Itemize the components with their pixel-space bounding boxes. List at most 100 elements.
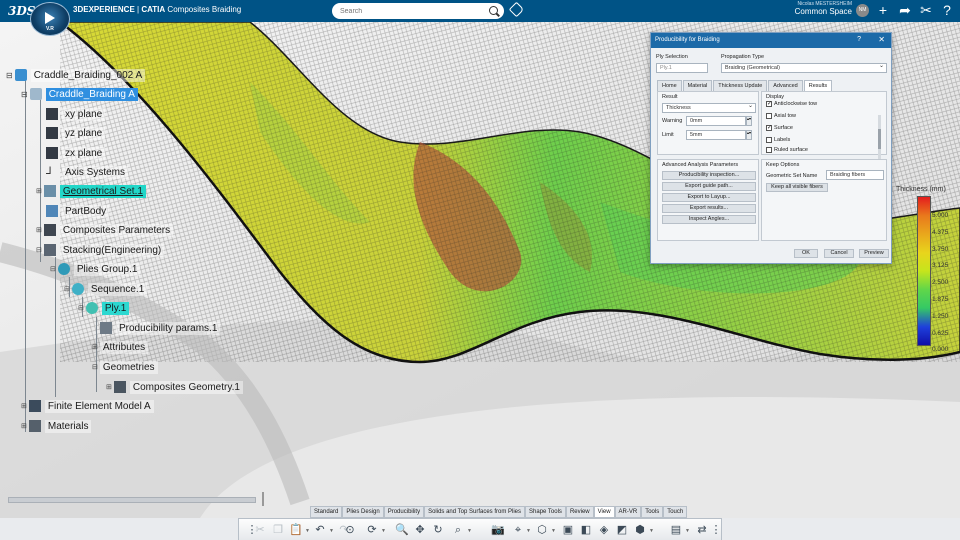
tab-review[interactable]: Review: [565, 506, 594, 518]
expand-icon[interactable]: ⊞: [106, 383, 112, 391]
export-to-layup-button[interactable]: Export to Layup...: [662, 193, 756, 202]
chevron-down-icon[interactable]: ▼: [551, 528, 556, 534]
search-icon[interactable]: [489, 6, 498, 15]
tree-label[interactable]: Sequence.1: [87, 282, 148, 296]
inspect-angles-button[interactable]: Inspect Angles...: [662, 215, 756, 224]
tree-label[interactable]: Geometries: [99, 360, 158, 374]
surface-checkbox[interactable]: ✓ Surface: [766, 125, 793, 131]
search-bar[interactable]: [332, 3, 504, 19]
tab-producibility[interactable]: Producibility: [383, 506, 425, 518]
collapse-icon[interactable]: ⊟: [50, 265, 56, 273]
cut-icon[interactable]: ✂: [253, 523, 267, 537]
tree-label[interactable]: Attributes: [99, 340, 149, 354]
tree-label[interactable]: Finite Element Model A: [44, 399, 154, 413]
chevron-down-icon[interactable]: ▼: [329, 528, 334, 534]
limit-spinner[interactable]: ▴▾: [746, 130, 752, 140]
collapse-icon[interactable]: ⊟: [21, 90, 28, 99]
ply-selection-field[interactable]: Ply.1: [656, 63, 708, 73]
tree-label[interactable]: yz plane: [62, 126, 106, 140]
zoom-area-icon[interactable]: ⌕: [451, 523, 465, 537]
tree-resize-handle[interactable]: [262, 492, 264, 506]
close-icon[interactable]: ✕: [878, 35, 885, 44]
tab-shape-tools[interactable]: Shape Tools: [525, 506, 566, 518]
undo-icon[interactable]: ↶: [313, 523, 327, 537]
collapse-icon[interactable]: ⊟: [78, 304, 84, 312]
tree-label[interactable]: Craddle_Braiding_002 A: [30, 68, 146, 82]
tab-home[interactable]: Home: [657, 80, 682, 91]
export-guide-path-button[interactable]: Export guide path...: [662, 182, 756, 191]
cancel-button[interactable]: Cancel: [824, 249, 854, 258]
ambiance-icon[interactable]: ▤: [669, 523, 683, 537]
checkbox-box[interactable]: [766, 137, 772, 143]
compass-icon[interactable]: V.R: [30, 2, 70, 36]
view-mode-icon[interactable]: ▣: [561, 523, 575, 537]
tab-tools[interactable]: Tools: [641, 506, 664, 518]
tree-horizontal-scrollbar[interactable]: [8, 497, 256, 503]
tree-node-part[interactable]: ⊟ Craddle_Braiding A: [21, 86, 138, 102]
tab-ar-vr[interactable]: AR-VR: [614, 506, 642, 518]
play-icon[interactable]: [45, 12, 55, 24]
help-icon[interactable]: ?: [939, 2, 955, 18]
pan-icon[interactable]: ✥: [413, 523, 427, 537]
scroll-thumb[interactable]: [878, 129, 881, 149]
camera-icon[interactable]: 📷: [491, 523, 505, 537]
tab-thickness-update[interactable]: Thickness Update: [713, 80, 768, 91]
axial-tow-checkbox[interactable]: Axial tow: [766, 113, 796, 119]
tree-node-fem[interactable]: ⊞ Finite Element Model A: [21, 398, 154, 414]
swap-icon[interactable]: ⇄: [695, 523, 709, 537]
labels-checkbox[interactable]: Labels: [766, 137, 790, 143]
overflow-icon[interactable]: ⋮: [709, 523, 723, 537]
tree-label[interactable]: Composites Parameters: [59, 223, 174, 237]
tab-touch[interactable]: Touch: [663, 506, 688, 518]
tree-node-composites-geometry[interactable]: ⊞ Composites Geometry.1: [106, 379, 243, 395]
zoom-icon[interactable]: 🔍: [395, 523, 409, 537]
paste-icon[interactable]: 📋: [289, 523, 303, 537]
tree-node-zx-plane[interactable]: zx plane: [46, 145, 106, 161]
tree-label[interactable]: Stacking(Engineering): [59, 243, 165, 257]
collapse-icon[interactable]: ⊟: [36, 246, 42, 254]
dialog-titlebar[interactable]: Producibility for Braiding ? ✕: [651, 33, 891, 48]
chevron-down-icon[interactable]: ▼: [305, 528, 310, 534]
tab-standard[interactable]: Standard: [310, 506, 343, 518]
shading-icon[interactable]: ◩: [615, 523, 629, 537]
tab-plies-design[interactable]: Plies Design: [342, 506, 384, 518]
ruled-surface-checkbox[interactable]: Ruled surface: [766, 147, 808, 153]
tree-label[interactable]: Geometrical Set.1: [59, 184, 146, 198]
result-select[interactable]: Thickness: [662, 103, 756, 113]
perspective-icon[interactable]: ⬢: [633, 523, 647, 537]
checkbox-box[interactable]: [766, 113, 772, 119]
tools-icon[interactable]: ✂: [918, 2, 934, 18]
render-icon[interactable]: ◈: [597, 523, 611, 537]
limit-field[interactable]: 5mm: [686, 130, 746, 140]
rotate-view-icon[interactable]: ↻: [431, 523, 445, 537]
chevron-down-icon[interactable]: ▼: [381, 528, 386, 534]
checkbox-box[interactable]: ✓: [766, 101, 772, 107]
tree-label[interactable]: Producibility params.1: [116, 321, 221, 335]
search-input[interactable]: [340, 5, 480, 17]
collapse-icon[interactable]: ⊟: [92, 363, 98, 371]
expand-icon[interactable]: ⊞: [92, 343, 98, 351]
chevron-down-icon[interactable]: ▼: [685, 528, 690, 534]
user-info[interactable]: Nicolas MESTERSHEIM Common Space: [780, 1, 852, 16]
tab-solids-top-surfaces[interactable]: Solids and Top Surfaces from Plies: [424, 506, 526, 518]
tree-node-stacking[interactable]: ⊟ Stacking(Engineering): [36, 242, 165, 258]
tab-view[interactable]: View: [593, 506, 615, 518]
tab-results[interactable]: Results: [803, 80, 833, 91]
tree-label[interactable]: Composites Geometry.1: [129, 380, 243, 394]
tab-material[interactable]: Material: [682, 80, 713, 91]
tree-node-geometrical-set[interactable]: ⊞ Geometrical Set.1: [36, 183, 146, 199]
collapse-icon[interactable]: ⊟: [6, 71, 13, 80]
tree-node-materials[interactable]: ⊞ Materials: [21, 418, 92, 434]
tree-node-composites-params[interactable]: ⊞ Composites Parameters: [36, 222, 174, 238]
avatar[interactable]: NM: [856, 4, 869, 17]
tree-node-ply[interactable]: ⊟ Ply.1: [78, 300, 130, 316]
share-icon[interactable]: ➦: [897, 2, 913, 18]
help-icon[interactable]: ?: [857, 36, 861, 43]
tree-node-plies-group[interactable]: ⊟ Plies Group.1: [50, 261, 141, 277]
hide-icon[interactable]: ◧: [579, 523, 593, 537]
chevron-down-icon[interactable]: ▼: [526, 528, 531, 534]
iso-view-icon[interactable]: ⬡: [535, 523, 549, 537]
tree-node-axis-systems[interactable]: ⅃ Axis Systems: [46, 164, 129, 180]
tab-advanced[interactable]: Advanced: [768, 80, 803, 91]
tag-icon[interactable]: [508, 1, 525, 18]
